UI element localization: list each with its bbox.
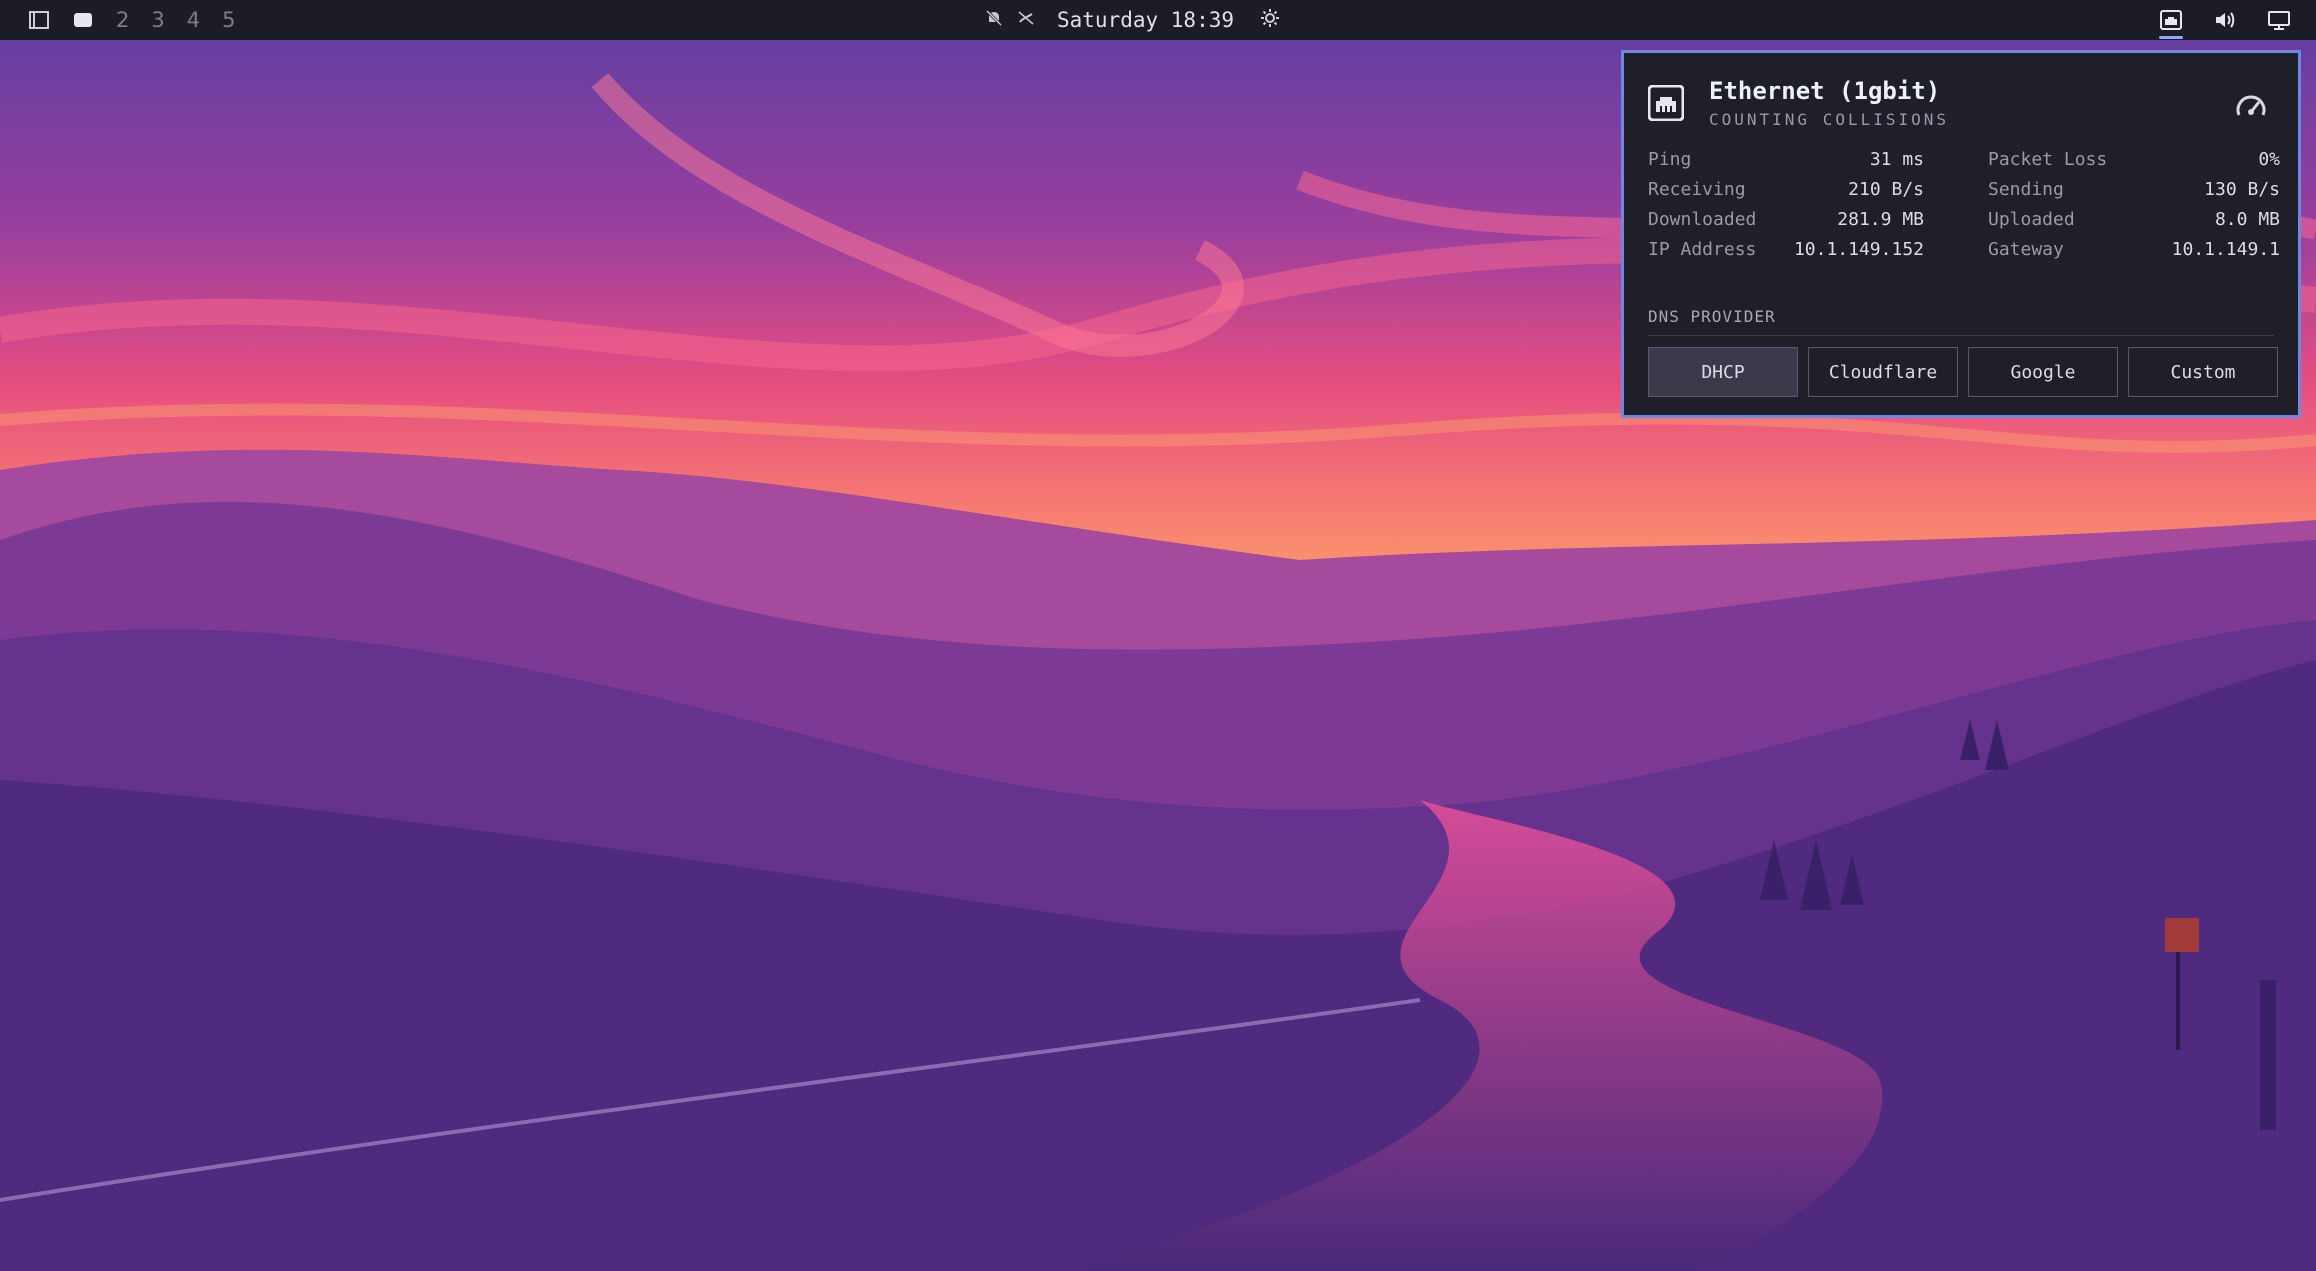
stat-label: Downloaded [1648,209,1757,230]
stat-label: Uploaded [1988,209,2075,230]
stat-row: Receiving 210 B/s Sending 130 B/s [1648,179,2280,209]
network-icon[interactable] [2158,7,2184,39]
workspace-5[interactable]: 5 [222,8,235,32]
divider [1648,335,2274,336]
system-tray [2158,0,2292,40]
idle-inhibit-icon[interactable] [1017,8,1035,32]
stat-label: Sending [1988,179,2064,200]
dns-section: DNS PROVIDER [1648,307,1776,326]
network-popup: Ethernet (1gbit) COUNTING COLLISIONS Pin… [1621,50,2301,418]
stat-value: 10.1.149.1 [2171,239,2280,260]
window-icon[interactable] [28,11,50,29]
stat-label: Ping [1648,149,1692,170]
stats-grid: Ping 31 ms Packet Loss 0% Receiving 210 B/s Se… [1648,149,2280,269]
stat-value: 10.1.149.152 [1793,239,1924,260]
dns-option-custom-button[interactable]: Custom [2128,347,2278,397]
workspace-2[interactable]: 2 [116,8,129,32]
notifications-off-icon[interactable] [985,8,1003,32]
stat-row: IP Address 10.1.149.152 Gateway 10.1.149.1 [1648,239,2280,269]
dns-provider-label: DNS PROVIDER [1648,307,1776,326]
stat-label: Receiving [1648,179,1746,200]
stat-label: Gateway [1988,239,2064,260]
workspace-4[interactable]: 4 [187,8,200,32]
stat-value: 0% [2258,149,2280,170]
active-workspace-icon[interactable] [72,11,94,29]
dns-option-dhcp-button[interactable]: DHCP [1648,347,1798,397]
stat-label: IP Address [1648,239,1757,260]
top-bar: 2 3 4 5 Saturday 18:39 [0,0,2316,40]
clock[interactable]: Saturday 18:39 [1057,8,1234,32]
stat-value: 130 B/s [2204,179,2280,200]
stat-value: 281.9 MB [1837,209,1924,230]
desktop: 2 3 4 5 Saturday 18:39 Ethernet (1gbit) … [0,0,2316,1271]
speedometer-icon[interactable] [2234,91,2268,125]
dns-buttons: DHCP Cloudflare Google Custom [1648,347,2280,399]
popup-subtitle: COUNTING COLLISIONS [1709,110,1950,129]
stat-value: 31 ms [1869,149,1924,170]
status-center: Saturday 18:39 [985,0,1280,40]
stat-value: 210 B/s [1848,179,1924,200]
workspace-switcher: 2 3 4 5 [28,0,236,40]
popup-title: Ethernet (1gbit) [1709,77,1941,105]
stat-label: Packet Loss [1988,149,2108,170]
dns-option-google-button[interactable]: Google [1968,347,2118,397]
stat-row: Downloaded 281.9 MB Uploaded 8.0 MB [1648,209,2280,239]
popup-header: Ethernet (1gbit) COUNTING COLLISIONS [1647,77,2274,137]
workspace-3[interactable]: 3 [151,8,164,32]
ethernet-icon [1647,84,1685,122]
dns-option-cloudflare-button[interactable]: Cloudflare [1808,347,1958,397]
stat-row: Ping 31 ms Packet Loss 0% [1648,149,2280,179]
display-icon[interactable] [2266,7,2292,33]
stat-value: 8.0 MB [2214,209,2280,230]
brightness-icon[interactable] [1260,8,1280,33]
volume-icon[interactable] [2212,7,2238,33]
